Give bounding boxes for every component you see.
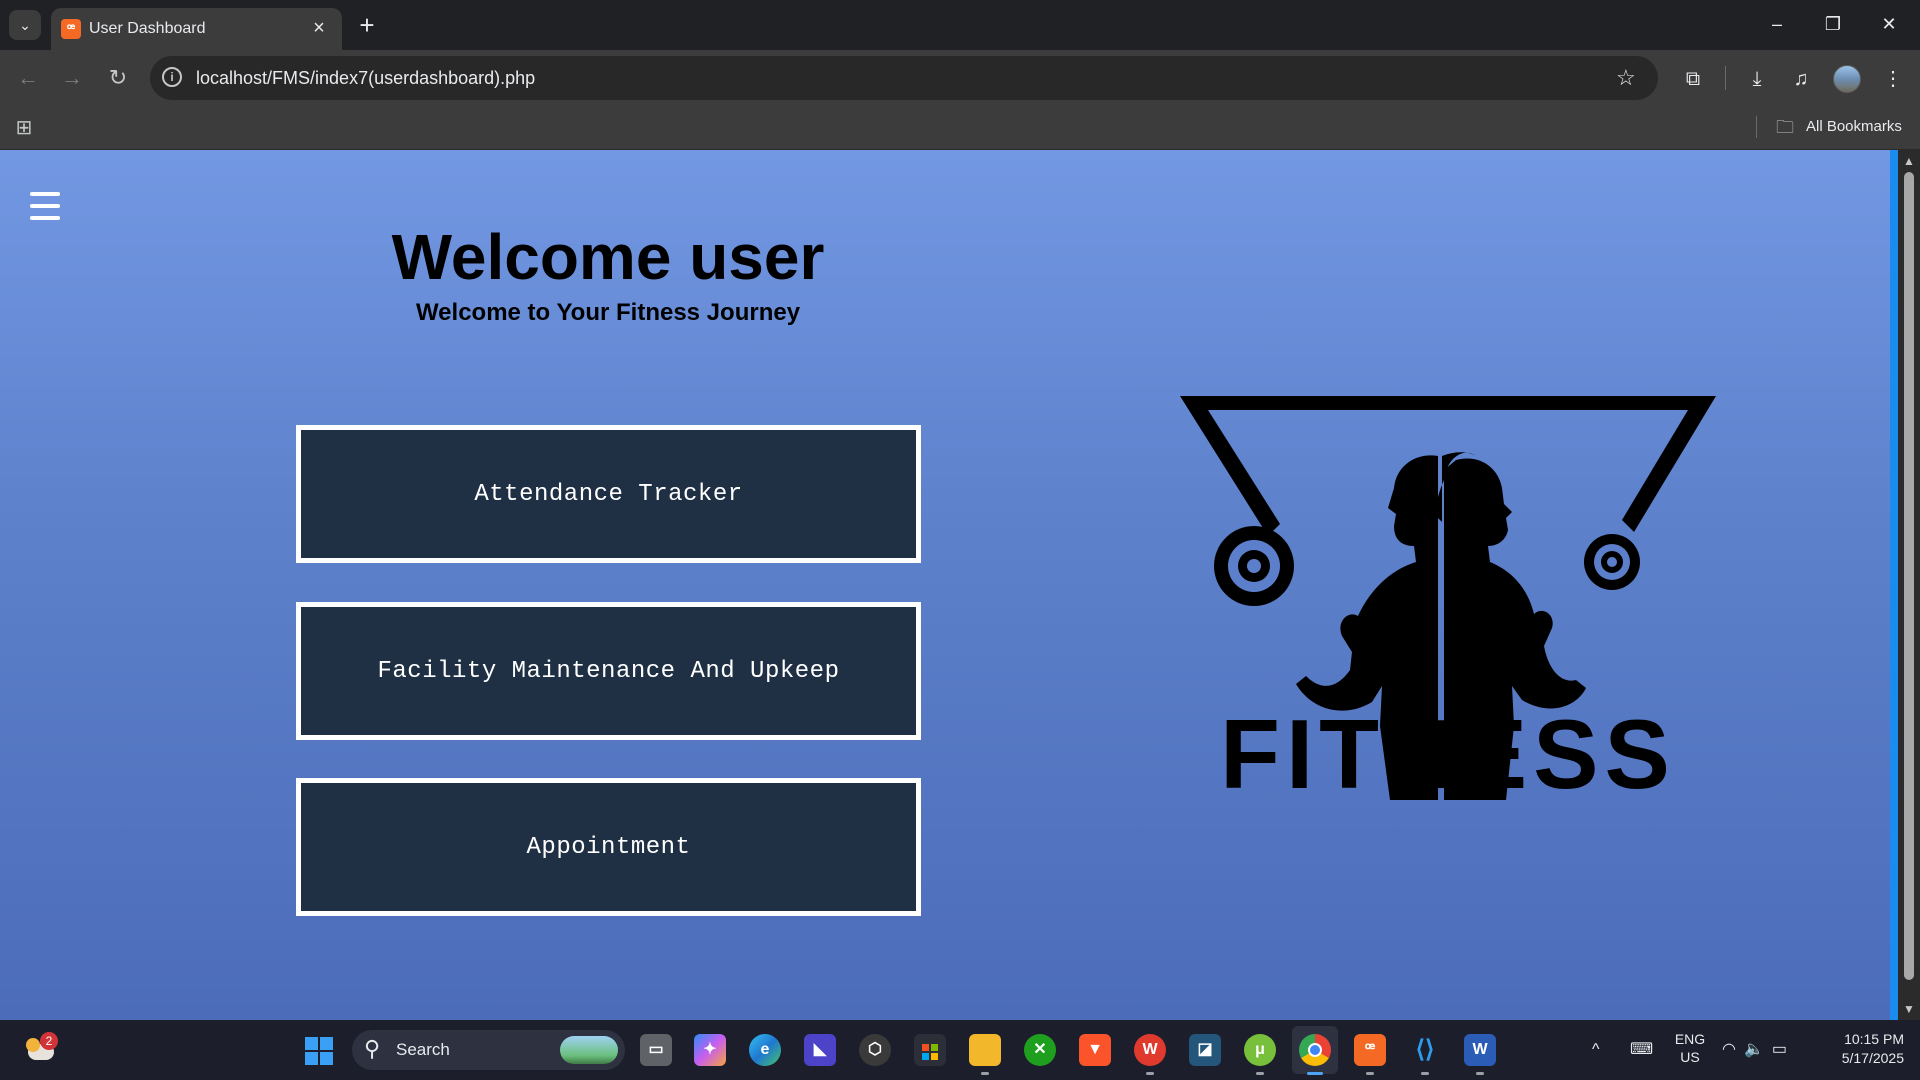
more-menu-icon[interactable]: ⋮ (1878, 64, 1908, 94)
extensions-icon[interactable]: ⧉ (1678, 64, 1708, 94)
keyboard-icon[interactable]: ⌨ (1630, 1038, 1653, 1062)
search-highlight-image (560, 1036, 618, 1064)
search-icon: ⚲ (364, 1036, 381, 1061)
tray-chevron-up-icon[interactable]: ^ (1592, 1038, 1600, 1062)
media-icon[interactable]: ♫ (1786, 64, 1816, 94)
close-window-icon[interactable]: ✕ (1866, 8, 1912, 40)
minimize-icon[interactable]: – (1754, 8, 1800, 40)
back-icon[interactable]: ← (12, 62, 44, 94)
facility-maintenance-button[interactable]: Facility Maintenance And Upkeep (296, 602, 921, 740)
taskbar-search-box[interactable]: ⚲ Search (352, 1030, 625, 1070)
appointment-button[interactable]: Appointment (296, 778, 921, 916)
scroll-accent (1890, 150, 1898, 1020)
folder-icon[interactable]: 🗀 (1776, 116, 1794, 138)
forward-icon[interactable]: → (56, 62, 88, 94)
clock-date: 5/17/2025 (1841, 1050, 1904, 1066)
utorrent-icon[interactable]: μ (1244, 1034, 1276, 1075)
system-tray-icons[interactable]: ◠🔈▭ (1722, 1038, 1795, 1062)
visual-studio-icon[interactable]: ◣ (804, 1034, 836, 1066)
chrome-icon[interactable] (1299, 1034, 1331, 1075)
language-region: US (1680, 1049, 1700, 1065)
close-icon[interactable]: × (307, 16, 331, 40)
site-info-icon[interactable]: i (162, 67, 182, 87)
new-tab-plus-icon[interactable]: + (352, 10, 382, 40)
scroll-down-arrow-icon[interactable]: ▼ (1898, 1000, 1920, 1018)
browser-toolbar: ← → ↻ i localhost/FMS/index7(userdashboa… (0, 50, 1920, 106)
notification-badge: 2 (40, 1032, 58, 1050)
star-icon[interactable]: ☆ (1616, 65, 1636, 91)
dashboard-page: Welcome user Welcome to Your Fitness Jou… (0, 150, 1898, 1020)
vs-code-icon[interactable]: ⟨⟩ (1409, 1034, 1441, 1075)
language-indicator[interactable]: ENG US (1672, 1030, 1708, 1066)
bookmarks-bar: ⊞ 🗀 All Bookmarks (0, 106, 1920, 150)
toolbar-divider (1725, 66, 1726, 90)
download-icon[interactable]: ⤓ (1742, 64, 1772, 94)
bookmarks-divider (1756, 116, 1757, 138)
reload-icon[interactable]: ↻ (102, 62, 134, 94)
page-title: Welcome user (391, 221, 825, 293)
wps-office-icon[interactable]: W (1134, 1034, 1166, 1075)
scrollbar-thumb[interactable] (1904, 172, 1914, 980)
hamburger-menu-icon[interactable] (30, 192, 62, 222)
restore-icon[interactable]: ❐ (1810, 8, 1856, 40)
clock-time: 10:15 PM (1844, 1031, 1904, 1047)
edge-icon[interactable]: e (749, 1034, 781, 1066)
system-clock[interactable]: 10:15 PM 5/17/2025 (1812, 1030, 1904, 1068)
brave-icon[interactable]: ▼ (1079, 1034, 1111, 1066)
copilot-icon[interactable]: ✦ (694, 1034, 726, 1066)
word-icon[interactable]: W (1464, 1034, 1496, 1075)
tab-search-icon[interactable]: ⌄ (9, 10, 41, 40)
xampp-icon[interactable]: ꟹ (1354, 1034, 1386, 1075)
search-label: Search (396, 1040, 450, 1059)
logo-wordmark: FITNESS (1220, 699, 1676, 809)
scroll-up-arrow-icon[interactable]: ▲ (1898, 152, 1920, 170)
language-code: ENG (1674, 1031, 1706, 1047)
browser-tab[interactable]: ꟹ User Dashboard × (51, 8, 342, 50)
address-bar[interactable]: i localhost/FMS/index7(userdashboard).ph… (150, 56, 1658, 100)
weather-widget-icon[interactable]: 2 (22, 1032, 60, 1064)
windows-start-icon[interactable] (305, 1037, 333, 1065)
microsoft-store-icon[interactable] (914, 1034, 946, 1066)
apps-grid-icon[interactable]: ⊞ (12, 116, 36, 140)
browser-tab-bar: ⌄ ꟹ User Dashboard × + – ❐ ✕ (0, 0, 1920, 50)
url-text[interactable]: localhost/FMS/index7(userdashboard).php (196, 67, 535, 89)
wifi-icon[interactable]: ◠ (1722, 1041, 1744, 1058)
attendance-tracker-button[interactable]: Attendance Tracker (296, 425, 921, 563)
volume-icon[interactable]: 🔈 (1744, 1041, 1772, 1058)
task-view-icon[interactable]: ▭ (640, 1034, 672, 1066)
fitness-logo: FITNESS (1180, 396, 1716, 809)
file-explorer-icon[interactable] (969, 1034, 1001, 1075)
battery-icon[interactable]: ▭ (1772, 1041, 1795, 1058)
windows-taskbar: 2 ⚲ Search ▭ ✦ e ◣ ⬡ ✕ ▼ W ◪ μ ꟹ ⟨⟩ W ^ … (0, 1020, 1920, 1080)
obs-icon[interactable]: ⬡ (859, 1034, 891, 1066)
page-subtitle: Welcome to Your Fitness Journey (415, 299, 801, 326)
tab-title: User Dashboard (89, 20, 206, 37)
mysql-workbench-icon[interactable]: ◪ (1189, 1034, 1221, 1066)
xbox-icon[interactable]: ✕ (1024, 1034, 1056, 1066)
xampp-favicon-icon: ꟹ (61, 19, 81, 39)
all-bookmarks-link[interactable]: All Bookmarks (1806, 117, 1902, 137)
profile-avatar[interactable] (1833, 65, 1861, 93)
